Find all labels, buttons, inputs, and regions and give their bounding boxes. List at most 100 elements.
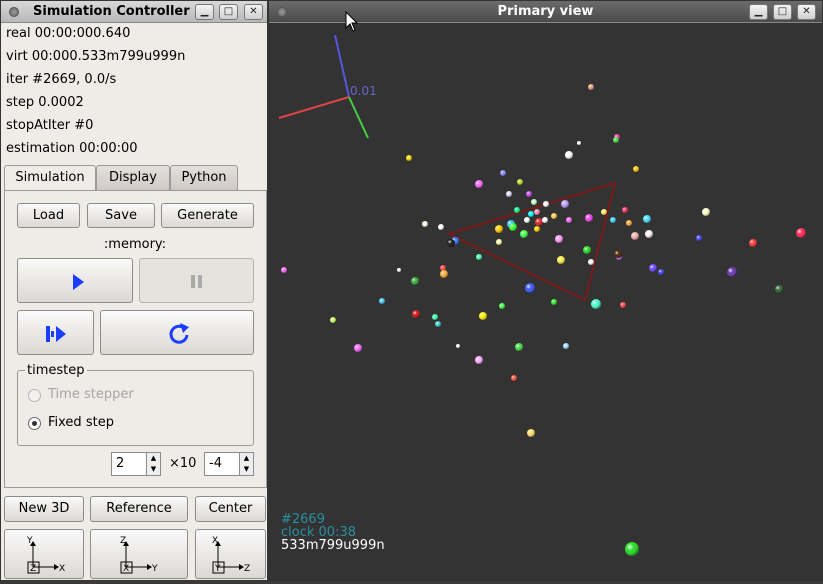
center-button[interactable]: Center [195,496,266,522]
particle-shading [432,314,438,320]
radio-selected-dot [32,421,37,426]
particle-shading [412,310,420,318]
save-button[interactable]: Save [87,203,155,228]
minimize-icon[interactable]: ▁ [195,4,214,20]
particle-shading [591,299,601,309]
axis-up-label: Z [120,536,126,546]
axis-up-label: X [212,536,218,546]
particle-shading [397,268,401,272]
particle-shading [566,217,572,223]
axis-scale-label: 0.01 [350,84,377,98]
maximize-icon[interactable]: □ [773,4,792,20]
particle-shading [435,321,441,327]
particle-shading [588,84,594,90]
spin-down-icon[interactable]: ▼ [239,464,253,475]
particle-shading [411,277,419,285]
timestep-exponent-spinbox[interactable]: -4 ▲ ▼ [204,452,254,476]
timestep-group [17,370,254,446]
particle-shading [527,429,535,437]
particle-shading [610,217,616,223]
sim-titlebar[interactable]: Simulation Controller ▁ □ ✕ [1,1,267,23]
axis-right-label: Z [244,564,250,574]
view-yzx-button[interactable]: Y Z X [4,529,84,579]
pause-icon [191,275,202,288]
particle-shading [440,265,446,271]
particle-shading [601,209,607,215]
particle-shading [531,199,537,205]
estimation-label: estimation 00:00:00 [6,141,138,156]
play-button[interactable] [17,258,133,303]
particle-shading [565,151,573,159]
particle-shading [447,239,455,247]
particle-shading [354,344,362,352]
load-button[interactable]: Load [17,203,80,228]
particle-shading [500,170,506,176]
exponent-value: -4 [209,456,222,471]
particle-shading [614,250,622,258]
particle-shading [613,137,619,143]
maximize-icon[interactable]: □ [219,4,238,20]
view-zxy-button[interactable]: Z X Y [90,529,188,579]
generate-button[interactable]: Generate [161,203,254,228]
particle-shading [557,256,565,264]
particle-shading [520,230,528,238]
minimize-icon[interactable]: ▁ [749,4,768,20]
tab-display[interactable]: Display [96,165,170,191]
primary-view-window: Primary view ▁ □ ✕ 0.01 #2669 clock 00:3… [268,0,823,581]
tab-python[interactable]: Python [170,165,238,191]
close-icon[interactable]: ✕ [244,4,263,20]
view-xyz-button[interactable]: X Y Z [195,529,266,579]
play-icon [73,274,84,290]
window-menu-icon[interactable] [9,7,19,17]
reference-button[interactable]: Reference [90,496,188,522]
pause-button[interactable] [139,258,254,303]
particle-shading [622,207,628,213]
particle-shading [583,246,591,254]
particle-shading [542,217,548,223]
tab-simulation[interactable]: Simulation [4,165,96,192]
particle-shading [281,267,287,273]
axis-right-label: X [59,564,65,574]
particle-shading [551,299,557,305]
axis-y-line [334,34,350,98]
spin-up-icon[interactable]: ▲ [146,453,160,464]
particle-shading [749,239,757,247]
step-label: step 0.0002 [6,95,84,110]
particle-shading [535,218,543,226]
spin-down-icon[interactable]: ▼ [146,464,160,475]
virtual-time-label: virt 00:000.533m799u999n [6,49,186,64]
reload-button[interactable] [100,310,254,355]
overlay-virtual-time: 533m799u999n [281,538,385,553]
particle-shading [438,224,444,230]
step-forward-button[interactable] [17,310,94,355]
particle-shading [625,542,639,556]
particle-shading [526,191,532,197]
particle-shading [727,267,737,277]
axis-right-label: Y [151,564,158,574]
particle-shading [476,254,482,260]
iteration-label: iter #2669, 0.0/s [6,72,117,87]
particle-shading [511,375,517,381]
3d-viewport[interactable]: 0.01 [269,24,822,581]
axis-out-label: Y [214,564,221,574]
particle-shading [514,207,520,213]
timestep-group-label: timestep [25,363,87,378]
particle-shading [496,239,502,245]
particle-shading [626,220,632,226]
timestep-mantissa-spinbox[interactable]: 2 ▲ ▼ [111,452,161,476]
close-icon[interactable]: ✕ [797,4,816,20]
particle-cloud [281,84,806,556]
mouse-cursor-icon [345,11,359,32]
new-3d-button[interactable]: New 3D [4,496,84,522]
axes-yzx-icon: Y Z X [26,536,65,574]
particle-shading [528,211,534,217]
fixed-step-radio[interactable] [28,417,41,430]
axis-out-label: X [123,564,129,574]
real-time-label: real 00:00:000.640 [6,26,131,41]
time-stepper-radio[interactable] [28,389,41,402]
spin-up-icon[interactable]: ▲ [239,453,253,464]
particle-shading [633,166,639,172]
particle-shading [702,208,710,216]
particle-shading [475,356,483,364]
particle-shading [330,317,336,323]
